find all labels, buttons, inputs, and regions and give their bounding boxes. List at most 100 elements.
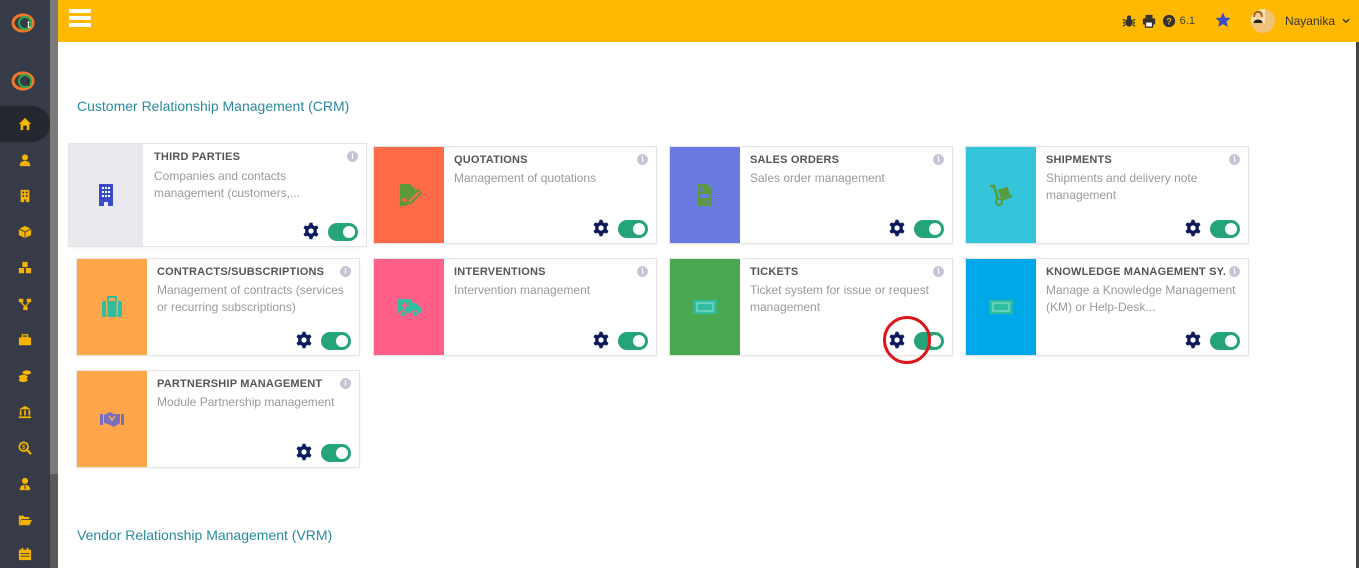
info-icon[interactable]: i — [1229, 266, 1240, 277]
module-settings-button[interactable] — [592, 219, 610, 237]
chevron-down-icon[interactable] — [1341, 16, 1351, 26]
version-label: 6.1 — [1179, 15, 1195, 27]
sidebar-item-accounting[interactable]: $ — [0, 430, 50, 466]
info-icon[interactable]: i — [637, 266, 648, 277]
sidebar: t t $ — [0, 0, 50, 568]
module-settings-button[interactable] — [295, 443, 313, 461]
svg-text:?: ? — [1166, 17, 1171, 27]
sidebar-item-billing[interactable] — [0, 358, 50, 394]
sidebar-item-bank[interactable] — [0, 394, 50, 430]
sidebar-item-projects[interactable] — [0, 286, 50, 322]
box-icon — [18, 225, 32, 239]
module-title: SHIPMENTS — [1046, 154, 1112, 166]
module-enable-toggle[interactable] — [914, 332, 944, 350]
user-tie-icon — [19, 477, 31, 491]
module-enable-toggle[interactable] — [914, 220, 944, 238]
handshake-icon — [100, 412, 124, 427]
gear-icon — [889, 331, 905, 349]
module-settings-button[interactable] — [1184, 331, 1202, 349]
module-enable-toggle[interactable] — [321, 332, 351, 350]
top-right-toolbar: ? 6.1 Nayanika — [1122, 0, 1351, 42]
ticket-icon — [989, 300, 1013, 314]
module-settings-button[interactable] — [592, 331, 610, 349]
help-icon[interactable]: ? — [1162, 14, 1176, 28]
star-icon — [1215, 12, 1231, 27]
ambulance-icon — [398, 299, 421, 318]
module-icon-box — [670, 259, 740, 355]
user-avatar[interactable] — [1250, 9, 1275, 33]
module-description: Sales order management — [750, 171, 885, 185]
svg-text:t: t — [27, 16, 31, 31]
module-settings-button[interactable] — [295, 331, 313, 349]
module-settings-button[interactable] — [302, 222, 320, 240]
calendar-icon — [18, 547, 32, 561]
building-icon — [99, 184, 113, 206]
module-enable-toggle[interactable] — [321, 444, 351, 462]
sidebar-item-commerce[interactable] — [0, 322, 50, 358]
module-title: SALES ORDERS — [750, 154, 840, 166]
coins-icon — [18, 370, 32, 383]
bug-icon[interactable] — [1122, 14, 1136, 28]
info-icon[interactable]: i — [637, 154, 648, 165]
printer-icon[interactable] — [1142, 14, 1156, 28]
module-title: PARTNERSHIP MANAGEMENT — [157, 378, 323, 390]
sidebar-scrollbar-thumb[interactable] — [50, 0, 58, 474]
sitemap-icon — [18, 298, 32, 311]
home-icon — [18, 117, 32, 131]
user-menu-toggle[interactable]: Nayanika — [1285, 14, 1335, 28]
module-settings-button[interactable] — [888, 219, 906, 237]
gear-icon — [303, 222, 319, 240]
module-card: INTERVENTIONS Intervention management i — [373, 258, 657, 356]
sidebar-item-agenda[interactable] — [0, 536, 50, 572]
module-description: Shipments and delivery note management — [1046, 171, 1198, 202]
module-card: TICKETS Ticket system for issue or reques… — [669, 258, 953, 356]
app-logo[interactable]: t — [10, 10, 40, 34]
sidebar-item-home[interactable] — [0, 106, 50, 142]
module-title: CONTRACTS/SUBSCRIPTIONS — [157, 266, 325, 278]
info-icon[interactable]: i — [347, 151, 358, 162]
bookmark-button[interactable] — [1215, 12, 1231, 31]
sidebar-item-documents[interactable] — [0, 502, 50, 538]
sidebar-item-hrm[interactable] — [0, 466, 50, 502]
bank-icon — [18, 405, 32, 419]
module-description: Companies and contacts management (custo… — [154, 169, 301, 200]
gear-icon — [593, 331, 609, 349]
info-icon[interactable]: i — [1229, 154, 1240, 165]
module-settings-button[interactable] — [888, 331, 906, 349]
module-icon-box — [670, 147, 740, 243]
app-logo-secondary[interactable]: t — [10, 68, 40, 92]
hamburger-menu-button[interactable] — [69, 9, 91, 29]
module-enable-toggle[interactable] — [1210, 220, 1240, 238]
info-icon[interactable]: i — [933, 154, 944, 165]
module-card: PARTNERSHIP MANAGEMENT Module Partnership… — [76, 370, 360, 468]
module-title: QUOTATIONS — [454, 154, 528, 166]
gear-icon — [1185, 331, 1201, 349]
module-description: Management of contracts (services or rec… — [157, 283, 344, 314]
module-icon-box — [966, 259, 1036, 355]
module-enable-toggle[interactable] — [618, 332, 648, 350]
building-icon — [20, 189, 30, 203]
module-icon-box — [966, 147, 1036, 243]
ticket-icon — [693, 300, 717, 314]
module-description: Manage a Knowledge Management (KM) or He… — [1046, 283, 1236, 314]
module-enable-toggle[interactable] — [328, 223, 358, 241]
info-icon[interactable]: i — [933, 266, 944, 277]
sidebar-item-users[interactable] — [0, 142, 50, 178]
module-icon-box — [374, 259, 444, 355]
module-title: INTERVENTIONS — [454, 266, 546, 278]
dolly-icon — [990, 184, 1013, 206]
module-description: Ticket system for issue or request manag… — [750, 283, 929, 314]
sidebar-item-products[interactable] — [0, 214, 50, 250]
sidebar-item-companies[interactable] — [0, 178, 50, 214]
module-enable-toggle[interactable] — [1210, 332, 1240, 350]
avatar-image — [1250, 9, 1265, 23]
module-enable-toggle[interactable] — [618, 220, 648, 238]
info-icon[interactable]: i — [340, 378, 351, 389]
info-icon[interactable]: i — [340, 266, 351, 277]
svg-text:t: t — [27, 74, 31, 89]
module-settings-button[interactable] — [1184, 219, 1202, 237]
suitcase-icon — [102, 296, 122, 317]
module-icon-box — [77, 259, 147, 355]
file-invoice-icon — [698, 184, 712, 206]
sidebar-item-modules[interactable] — [0, 250, 50, 286]
